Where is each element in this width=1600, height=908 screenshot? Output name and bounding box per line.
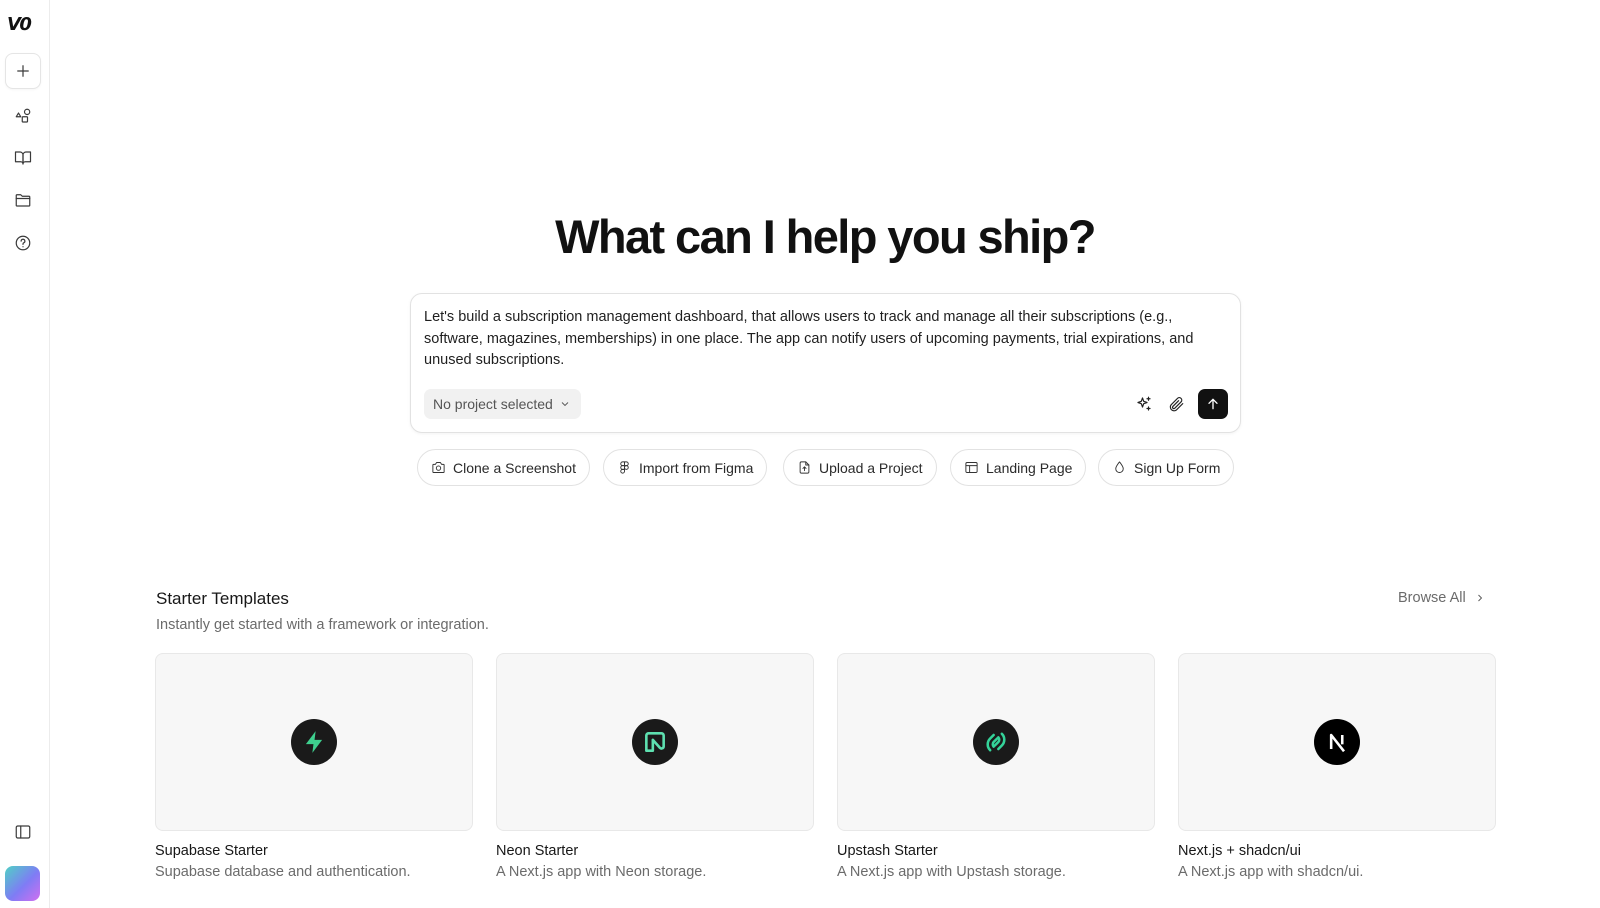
help-circle-icon: [15, 235, 31, 251]
folder-icon: [15, 194, 31, 207]
template-thumbnail: [155, 653, 473, 831]
chip-import-figma[interactable]: Import from Figma: [603, 449, 768, 486]
template-thumbnail: [1178, 653, 1496, 831]
chip-clone-screenshot[interactable]: Clone a Screenshot: [417, 449, 590, 486]
droplet-icon: [1115, 461, 1124, 473]
camera-icon: [432, 462, 445, 473]
new-chat-button[interactable]: [5, 53, 41, 89]
templates-title: Starter Templates: [156, 589, 289, 608]
community-button[interactable]: [5, 98, 41, 134]
template-card-neon[interactable]: Neon Starter A Next.js app with Neon sto…: [496, 653, 814, 880]
template-thumbnail: [837, 653, 1155, 831]
projects-button[interactable]: [5, 182, 41, 218]
project-select-label: No project selected: [433, 396, 553, 412]
project-select[interactable]: No project selected: [424, 389, 581, 419]
prompt-box: Let's build a subscription management da…: [410, 293, 1241, 433]
chip-upload-project[interactable]: Upload a Project: [783, 449, 937, 486]
chevron-right-icon: [1477, 594, 1482, 602]
user-avatar[interactable]: [5, 866, 40, 901]
v0-logo[interactable]: V0: [7, 14, 41, 35]
templates-subtitle: Instantly get started with a framework o…: [156, 617, 489, 633]
chip-landing-page[interactable]: Landing Page: [950, 449, 1087, 486]
page-title: What can I help you ship?: [555, 210, 1096, 263]
template-name: Supabase Starter: [155, 843, 268, 859]
chip-sign-up-form[interactable]: Sign Up Form: [1098, 449, 1235, 486]
template-description: A Next.js app with Upstash storage.: [837, 864, 1066, 880]
enhance-prompt-button[interactable]: [1131, 391, 1157, 417]
toggle-sidebar-button[interactable]: [5, 814, 41, 850]
template-description: Supabase database and authentication.: [155, 864, 411, 880]
chip-label: Import from Figma: [639, 459, 754, 476]
sparkles-icon: [1137, 396, 1151, 411]
layout-icon: [965, 462, 978, 473]
paperclip-icon: [1169, 397, 1184, 412]
template-description: A Next.js app with Neon storage.: [496, 864, 707, 880]
template-card-supabase[interactable]: Supabase Starter Supabase database and a…: [155, 653, 473, 880]
browse-all-label: Browse All: [1398, 590, 1466, 606]
browse-all-link[interactable]: Browse All: [1398, 590, 1486, 606]
shapes-icon: [15, 108, 31, 123]
chip-label: Landing Page: [986, 459, 1073, 476]
file-upload-icon: [799, 461, 810, 474]
template-name: Next.js + shadcn/ui: [1178, 843, 1301, 859]
chip-label: Sign Up Form: [1134, 459, 1221, 476]
panel-left-icon: [15, 825, 31, 839]
send-button[interactable]: [1198, 389, 1228, 419]
neon-logo-icon: [632, 719, 678, 765]
figma-icon: [620, 461, 629, 474]
chip-label: Upload a Project: [819, 459, 923, 476]
prompt-input[interactable]: Let's build a subscription management da…: [424, 307, 1224, 372]
plus-icon: [17, 65, 29, 77]
attach-button[interactable]: [1163, 391, 1189, 417]
supabase-logo-icon: [291, 719, 337, 765]
template-thumbnail: [496, 653, 814, 831]
upstash-logo-icon: [973, 719, 1019, 765]
template-name: Neon Starter: [496, 843, 579, 859]
arrow-up-icon: [1208, 398, 1218, 410]
template-description: A Next.js app with shadcn/ui.: [1178, 864, 1364, 880]
suggestion-chips: Clone a Screenshot Import from Figma Upl…: [0, 449, 1600, 487]
help-button[interactable]: [5, 225, 41, 261]
template-card-nextjs[interactable]: Next.js + shadcn/ui A Next.js app with s…: [1178, 653, 1496, 880]
chip-label: Clone a Screenshot: [453, 459, 576, 476]
chevron-down-icon: [561, 402, 569, 407]
nextjs-logo-icon: [1314, 719, 1360, 765]
book-icon: [14, 151, 32, 165]
template-card-upstash[interactable]: Upstash Starter A Next.js app with Upsta…: [837, 653, 1155, 880]
template-name: Upstash Starter: [837, 843, 938, 859]
library-button[interactable]: [5, 140, 41, 176]
